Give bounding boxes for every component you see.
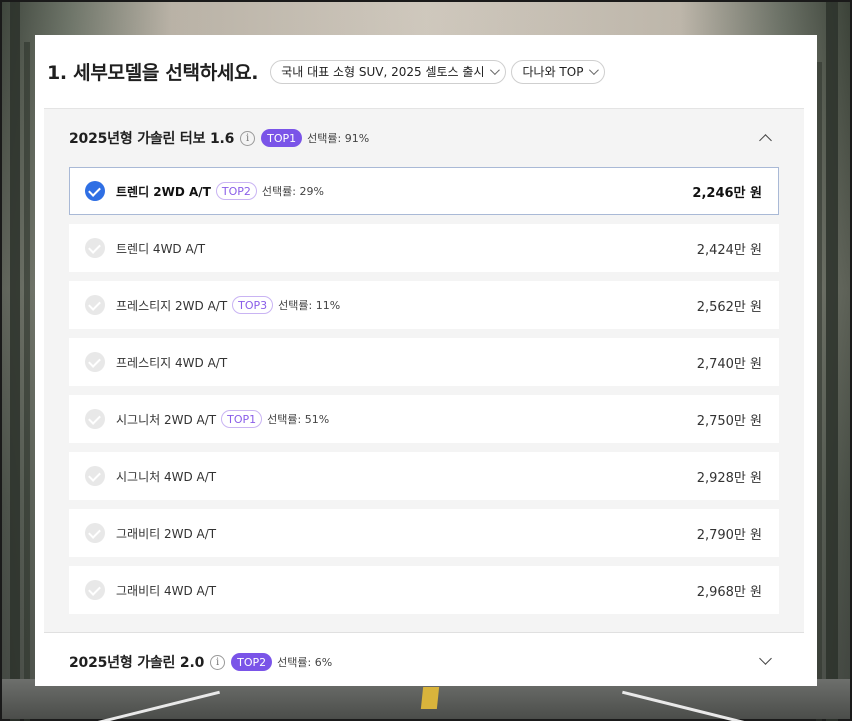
section-header[interactable]: 2025년형 가솔린 터보 1.6 i TOP1 선택률: 91% — [44, 109, 804, 167]
top-badge: TOP1 — [221, 410, 263, 428]
trim-name: 트렌디 2WD A/T — [116, 184, 211, 199]
selection-rate: 선택률: 91% — [307, 132, 370, 145]
trim-name: 트렌디 4WD A/T — [116, 241, 206, 256]
section-title: 2025년형 가솔린 터보 1.6 — [69, 131, 235, 147]
trim-price: 2,750만 원 — [696, 413, 762, 429]
check-icon — [85, 181, 105, 201]
selection-rate: 선택률: 29% — [261, 185, 324, 198]
trim-item[interactable]: 시그니처 4WD A/T 2,928만 원 — [69, 452, 779, 500]
model-select-panel: 1. 세부모델을 선택하세요. 국내 대표 소형 SUV, 2025 셀토스 출… — [35, 35, 817, 686]
panel-header: 1. 세부모델을 선택하세요. 국내 대표 소형 SUV, 2025 셀토스 출… — [35, 35, 817, 108]
trim-item[interactable]: 트렌디 4WD A/T 2,424만 원 — [69, 224, 779, 272]
info-icon[interactable]: i — [210, 654, 226, 670]
trim-item[interactable]: 프레스티지 2WD A/T TOP3 선택률: 11% 2,562만 원 — [69, 281, 779, 329]
filter-dropdown-top[interactable]: 다나와 TOP — [511, 59, 606, 84]
trim-list: 트렌디 2WD A/T TOP2 선택률: 29% 2,246만 원 트렌디 4… — [44, 167, 804, 614]
trim-section-turbo: 2025년형 가솔린 터보 1.6 i TOP1 선택률: 91% 트렌디 2W… — [44, 108, 804, 632]
selection-rate: 선택률: 51% — [267, 413, 330, 426]
selection-rate: 선택률: 11% — [278, 299, 341, 312]
trim-price: 2,740만 원 — [696, 356, 762, 372]
trim-price: 2,790만 원 — [696, 527, 762, 543]
check-icon — [85, 580, 105, 600]
trim-name: 시그니처 4WD A/T — [116, 469, 217, 484]
trim-item[interactable]: 시그니처 2WD A/T TOP1 선택률: 51% 2,750만 원 — [69, 395, 779, 443]
filter-label: 다나와 TOP — [522, 65, 584, 79]
check-icon — [85, 523, 105, 543]
trim-price: 2,562만 원 — [696, 299, 762, 315]
chevron-down-icon — [490, 65, 501, 76]
trim-item[interactable]: 그래비티 4WD A/T 2,968만 원 — [69, 566, 779, 614]
section-title: 2025년형 가솔린 2.0 — [69, 655, 205, 671]
section-header[interactable]: 2025년형 가솔린 2.0 i TOP2 선택률: 6% — [44, 633, 804, 686]
page-title: 1. 세부모델을 선택하세요. — [47, 62, 259, 84]
check-icon — [85, 409, 105, 429]
trim-price: 2,424만 원 — [696, 242, 762, 258]
check-icon — [85, 238, 105, 258]
selection-rate: 선택률: 6% — [277, 656, 333, 669]
trim-name: 시그니처 2WD A/T — [116, 412, 217, 427]
check-icon — [85, 295, 105, 315]
info-icon[interactable]: i — [240, 130, 256, 146]
check-icon — [85, 466, 105, 486]
trim-name: 프레스티지 2WD A/T — [116, 298, 228, 313]
trim-price: 2,968만 원 — [696, 584, 762, 600]
check-icon — [85, 352, 105, 372]
top-badge: TOP3 — [232, 296, 274, 314]
top-badge: TOP2 — [215, 182, 257, 200]
trim-price: 2,928만 원 — [696, 470, 762, 486]
top-badge: TOP2 — [231, 653, 273, 671]
trim-name: 그래비티 2WD A/T — [116, 526, 217, 541]
trim-item[interactable]: 프레스티지 4WD A/T 2,740만 원 — [69, 338, 779, 386]
trim-item[interactable]: 트렌디 2WD A/T TOP2 선택률: 29% 2,246만 원 — [69, 167, 779, 215]
filter-dropdown-promo[interactable]: 국내 대표 소형 SUV, 2025 셀토스 출시 — [270, 59, 507, 84]
top-badge: TOP1 — [261, 129, 303, 147]
trim-item[interactable]: 그래비티 2WD A/T 2,790만 원 — [69, 509, 779, 557]
chevron-down-icon[interactable] — [759, 652, 772, 665]
trim-price: 2,246만 원 — [692, 185, 762, 201]
filter-label: 국내 대표 소형 SUV, 2025 셀토스 출시 — [281, 65, 485, 79]
chevron-up-icon[interactable] — [759, 134, 772, 147]
trim-name: 프레스티지 4WD A/T — [116, 355, 228, 370]
trim-name: 그래비티 4WD A/T — [116, 583, 217, 598]
chevron-down-icon — [589, 65, 600, 76]
trim-section-2-0: 2025년형 가솔린 2.0 i TOP2 선택률: 6% — [44, 632, 804, 686]
